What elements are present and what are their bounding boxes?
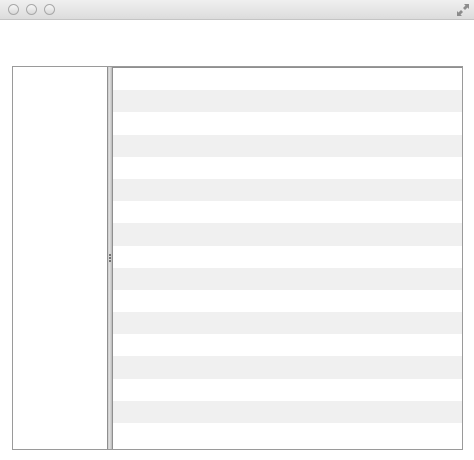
- table-view[interactable]: [113, 67, 462, 449]
- table-row[interactable]: [113, 245, 462, 268]
- table-row[interactable]: [113, 312, 462, 335]
- table-row[interactable]: [113, 356, 462, 379]
- table-row[interactable]: [113, 68, 462, 91]
- table-row[interactable]: [113, 90, 462, 113]
- table-row[interactable]: [113, 112, 462, 135]
- table-row[interactable]: [113, 400, 462, 423]
- table-row[interactable]: [113, 378, 462, 401]
- fullscreen-arrows-icon[interactable]: [456, 3, 470, 17]
- table-row[interactable]: [113, 178, 462, 202]
- table-row[interactable]: [113, 134, 462, 157]
- sidebar-pane[interactable]: [13, 67, 107, 449]
- table-row[interactable]: [113, 201, 462, 224]
- window-titlebar: [0, 0, 474, 20]
- table-row[interactable]: [113, 267, 462, 290]
- close-window-button[interactable]: [8, 4, 19, 15]
- table-row[interactable]: [113, 423, 462, 446]
- divider-grip-icon: [109, 254, 111, 262]
- table-row[interactable]: [113, 223, 462, 246]
- minimize-window-button[interactable]: [26, 4, 37, 15]
- zoom-window-button[interactable]: [44, 4, 55, 15]
- split-view: [12, 66, 463, 450]
- table-row[interactable]: [113, 156, 462, 179]
- table-row[interactable]: [113, 289, 462, 313]
- table-row[interactable]: [113, 334, 462, 357]
